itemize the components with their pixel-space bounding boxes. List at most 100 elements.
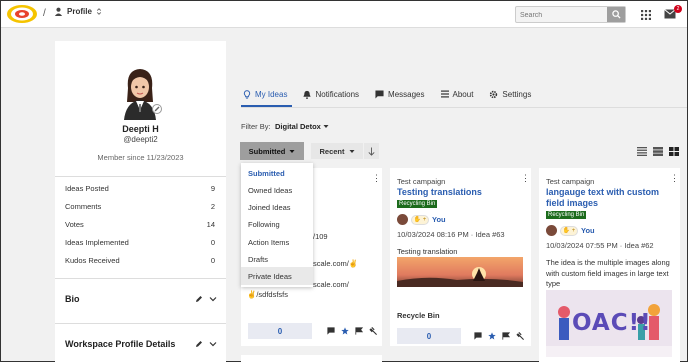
idea-card xyxy=(241,355,382,362)
menu-item-submitted[interactable]: Submitted xyxy=(248,169,285,178)
idea-body: The idea is the multiple images along wi… xyxy=(546,258,670,288)
tab-label: About xyxy=(452,89,474,99)
author-row: ✋ + You xyxy=(546,225,595,236)
reaction-icon[interactable]: ✋ + xyxy=(411,214,429,225)
filter-label: Filter By: xyxy=(241,122,271,131)
status-badge: Recycling Bin xyxy=(397,200,438,208)
bulb-icon xyxy=(243,89,251,99)
profile-panel: Deepti H @deepti2 Member since 11/23/202… xyxy=(55,41,226,362)
divider xyxy=(241,107,687,108)
idea-card[interactable]: ⋮ Test campaign langauge text with custo… xyxy=(539,168,680,362)
idea-meta: 10/03/2024 07:55 PM · Idea #62 xyxy=(546,241,654,250)
vote-count-button[interactable]: 0 xyxy=(248,323,312,339)
search-button[interactable] xyxy=(607,7,625,22)
reaction-icon[interactable]: ✋ + xyxy=(560,225,578,236)
tab-about[interactable]: About xyxy=(440,87,474,101)
menu-item-private-ideas[interactable]: Private Ideas xyxy=(248,272,292,281)
member-since: Member since 11/23/2023 xyxy=(97,153,184,162)
apps-grid-icon[interactable] xyxy=(641,10,651,20)
caret-down-icon xyxy=(349,149,354,153)
idea-status: Recycle Bin xyxy=(397,311,440,320)
chat-icon xyxy=(375,89,384,99)
chevron-down-icon[interactable] xyxy=(209,340,217,348)
caret-down-icon xyxy=(289,149,295,153)
user-icon xyxy=(54,7,63,16)
idea-title[interactable]: langauge text with custom field images xyxy=(546,187,674,209)
notification-badge: 2 xyxy=(674,5,682,13)
filter-dropdown[interactable]: Digital Detox xyxy=(275,122,329,131)
more-options-icon[interactable]: ⋮ xyxy=(521,173,530,184)
search-icon xyxy=(611,10,621,19)
card-actions xyxy=(327,327,377,335)
search-input[interactable] xyxy=(520,9,606,21)
stat-label: Kudos Received xyxy=(65,256,120,265)
comment-icon[interactable] xyxy=(327,327,335,335)
sort-direction-button[interactable] xyxy=(364,143,379,159)
card-text-fragment: scale.com/✌ xyxy=(313,259,359,268)
author-name[interactable]: You xyxy=(432,215,446,224)
card-text-fragment: ✌/sdfdsfsfs xyxy=(247,290,289,299)
profile-switcher[interactable]: Profile xyxy=(54,7,102,16)
idea-body: Testing translation xyxy=(397,247,458,256)
more-options-icon[interactable]: ⋮ xyxy=(670,173,679,184)
menu-item-following[interactable]: Following xyxy=(248,220,280,229)
tab-settings[interactable]: Settings xyxy=(489,87,531,101)
profile-tabs: My Ideas Notifications Messages About Se… xyxy=(243,87,547,101)
stat-label: Comments xyxy=(65,202,102,211)
profile-label: Profile xyxy=(67,7,92,16)
idea-card[interactable]: ⋮ Test campaign Testing translations Rec… xyxy=(390,168,531,346)
grid-view-icon[interactable] xyxy=(669,147,679,156)
star-icon[interactable] xyxy=(488,332,496,340)
tab-notifications[interactable]: Notifications xyxy=(303,87,359,101)
vote-count-button[interactable]: 0 xyxy=(397,328,461,344)
bell-icon xyxy=(303,90,312,99)
edit-avatar-button[interactable] xyxy=(152,104,162,114)
star-icon[interactable] xyxy=(341,327,349,335)
flag-icon[interactable] xyxy=(502,332,510,340)
gavel-icon[interactable] xyxy=(369,327,377,335)
stat-votes: Votes 14 xyxy=(65,220,215,232)
gavel-icon[interactable] xyxy=(516,332,524,340)
app-logo[interactable] xyxy=(5,3,39,25)
stat-comments: Comments 2 xyxy=(65,202,215,214)
list-view-icon[interactable] xyxy=(637,147,647,156)
status-dropdown-menu: Submitted Owned Ideas Joined Ideas Follo… xyxy=(241,163,313,287)
comment-icon[interactable] xyxy=(474,332,482,340)
more-options-icon[interactable]: ⋮ xyxy=(372,173,381,184)
filter-value: Digital Detox xyxy=(275,122,321,131)
pencil-icon[interactable] xyxy=(195,295,203,303)
flag-icon[interactable] xyxy=(355,327,363,335)
gear-icon xyxy=(490,90,498,98)
status-filter-button[interactable]: Submitted xyxy=(240,142,304,160)
tab-label: Messages xyxy=(388,89,425,99)
sort-label: Recent xyxy=(319,146,345,156)
campaign-name: Test campaign xyxy=(546,177,595,186)
menu-item-drafts[interactable]: Drafts xyxy=(248,255,268,264)
menu-item-owned-ideas[interactable]: Owned Ideas xyxy=(248,186,292,195)
caret-down-icon xyxy=(323,125,329,128)
idea-meta: 10/03/2024 08:16 PM · Idea #63 xyxy=(397,230,505,239)
campaign-name: Test campaign xyxy=(397,177,446,186)
workspace-section-tools xyxy=(195,340,217,348)
divider xyxy=(55,278,226,279)
stat-value: 0 xyxy=(210,238,215,247)
sort-button[interactable]: Recent xyxy=(311,143,363,159)
workspace-section-title: Workspace Profile Details xyxy=(65,339,176,349)
pencil-icon[interactable] xyxy=(195,340,203,348)
author-name[interactable]: You xyxy=(581,226,595,235)
compact-view-icon[interactable] xyxy=(653,147,663,156)
bio-section-tools xyxy=(195,295,217,303)
stat-ideas-posted: Ideas Posted 9 xyxy=(65,184,215,196)
menu-item-joined-ideas[interactable]: Joined Ideas xyxy=(248,203,291,212)
image-text: OAC!! xyxy=(572,310,652,336)
tab-messages[interactable]: Messages xyxy=(375,87,425,101)
breadcrumb-separator: / xyxy=(43,8,46,19)
idea-title[interactable]: Testing translations xyxy=(397,187,522,198)
tab-my-ideas[interactable]: My Ideas xyxy=(243,87,287,101)
stat-value: 9 xyxy=(210,184,215,193)
tab-label: Settings xyxy=(502,89,532,99)
menu-item-action-items[interactable]: Action Items xyxy=(248,238,289,247)
stat-value: 0 xyxy=(210,256,215,265)
chevron-down-icon[interactable] xyxy=(209,295,217,303)
stat-value: 2 xyxy=(210,202,215,211)
